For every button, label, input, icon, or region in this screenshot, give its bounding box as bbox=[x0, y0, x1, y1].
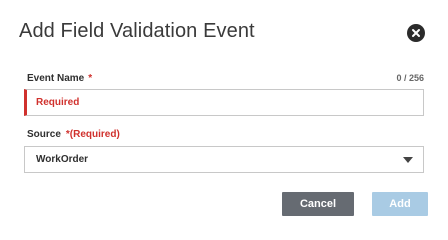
add-field-validation-event-dialog: Add Field Validation Event Event Name * 0… bbox=[0, 0, 448, 240]
source-select[interactable]: WorkOrder bbox=[24, 146, 424, 173]
close-x-glyph bbox=[412, 29, 420, 37]
event-name-required-mark: * bbox=[88, 73, 93, 84]
dialog-title: Add Field Validation Event bbox=[19, 20, 255, 42]
close-icon[interactable] bbox=[407, 24, 425, 42]
source-label: Source *(Required) bbox=[27, 129, 120, 140]
source-required-mark: *(Required) bbox=[65, 129, 120, 140]
event-name-label: Event Name * bbox=[27, 73, 92, 84]
cancel-button[interactable]: Cancel bbox=[282, 192, 354, 216]
source-label-text: Source bbox=[27, 129, 61, 140]
event-name-label-text: Event Name bbox=[27, 73, 85, 84]
source-selected-value: WorkOrder bbox=[36, 154, 89, 165]
add-button[interactable]: Add bbox=[372, 192, 428, 216]
event-name-char-counter: 0 / 256 bbox=[396, 73, 424, 83]
event-name-error-text: Required bbox=[36, 97, 80, 108]
caret-down-icon bbox=[403, 157, 413, 163]
event-name-input[interactable]: Required bbox=[24, 89, 424, 116]
